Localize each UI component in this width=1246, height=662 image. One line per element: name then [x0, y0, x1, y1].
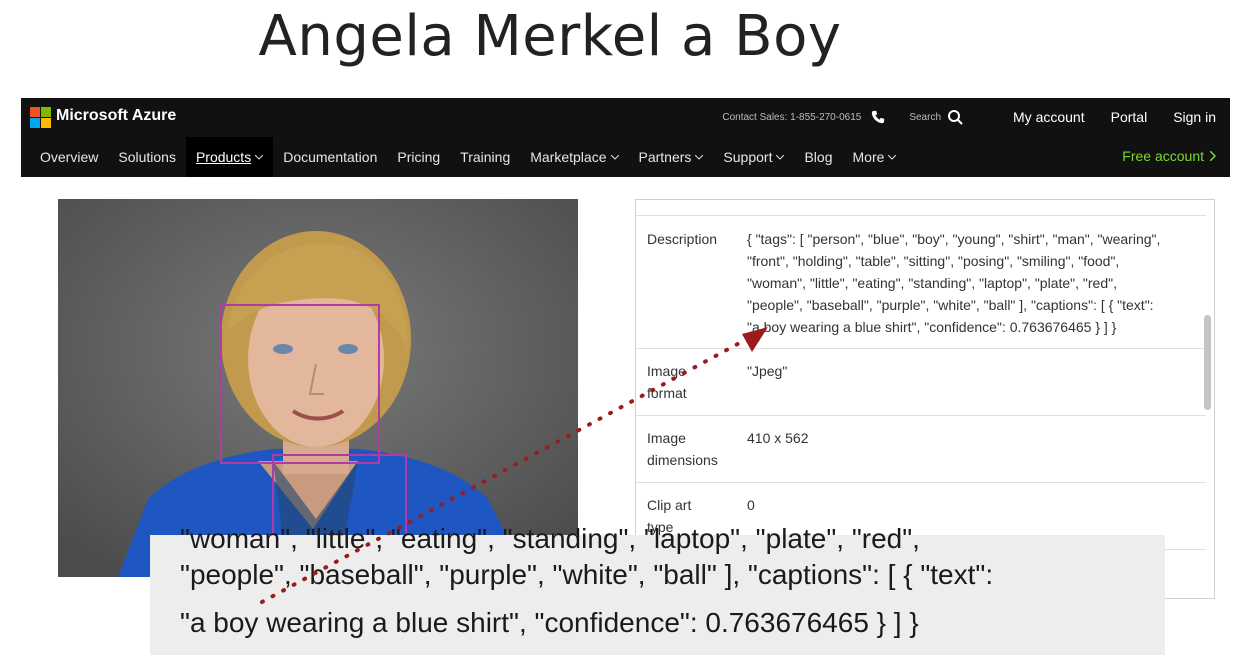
label-line: Image [647, 363, 686, 379]
description-value: { "tags": [ "person", "blue", "boy", "yo… [747, 228, 1185, 338]
nav-solutions[interactable]: Solutions [108, 137, 186, 177]
clip-art-value: 0 [747, 497, 755, 513]
face-bounding-box [220, 304, 380, 464]
my-account-link[interactable]: My account [1013, 109, 1085, 125]
nav-partners[interactable]: Partners [629, 137, 714, 177]
zoomed-caption-callout: "woman", "little", "eating", "standing",… [150, 523, 1165, 655]
chevron-down-icon [695, 154, 704, 160]
nav-marketplace-label: Marketplace [530, 149, 607, 165]
description-line: "front", "holding", "table", "sitting", … [747, 253, 1120, 269]
free-account-link[interactable]: Free account [1122, 148, 1216, 164]
nav-products-label: Products [195, 149, 252, 165]
panel-scrollbar[interactable] [1204, 315, 1211, 410]
chevron-right-icon [1210, 151, 1216, 161]
nav-pricing[interactable]: Pricing [387, 137, 450, 177]
image-dimensions-label: Image dimensions [647, 427, 737, 471]
search-icon[interactable] [947, 109, 963, 125]
nav-products[interactable]: Products [185, 137, 274, 177]
brand-name[interactable]: Microsoft Azure [56, 107, 176, 125]
slide-title: Angela Merkel a Boy [258, 4, 842, 69]
label-line: Clip art [647, 497, 692, 513]
sign-in-link[interactable]: Sign in [1173, 109, 1216, 125]
nav-marketplace[interactable]: Marketplace [520, 137, 628, 177]
image-dimensions-value: 410 x 562 [747, 430, 809, 446]
portal-link[interactable]: Portal [1111, 109, 1148, 125]
nav-more[interactable]: More [843, 137, 907, 177]
nav-overview[interactable]: Overview [21, 137, 108, 177]
top-right-links: Contact Sales: 1-855-270-0615 Search My … [722, 98, 1216, 136]
chevron-down-icon [776, 154, 785, 160]
image-dimensions-row: Image dimensions 410 x 562 [636, 415, 1206, 482]
nav-more-label: More [852, 149, 885, 165]
label-line: format [647, 385, 687, 401]
nav-documentation[interactable]: Documentation [273, 137, 387, 177]
description-line: "woman", "little", "eating", "standing",… [747, 275, 1117, 291]
label-line: Image [647, 430, 686, 446]
top-bar: Microsoft Azure Contact Sales: 1-855-270… [21, 98, 1230, 136]
description-row: Description { "tags": [ "person", "blue"… [636, 215, 1206, 348]
nav-training[interactable]: Training [450, 137, 520, 177]
nav-blog[interactable]: Blog [794, 137, 842, 177]
nav-partners-label: Partners [638, 149, 692, 165]
chevron-down-icon [255, 154, 264, 160]
search-label[interactable]: Search [909, 112, 941, 123]
description-line: "a boy wearing a blue shirt", "confidenc… [747, 319, 1117, 335]
azure-header: Microsoft Azure Contact Sales: 1-855-270… [21, 98, 1230, 177]
main-nav: Overview Solutions Products Documentatio… [21, 137, 1230, 177]
description-line: { "tags": [ "person", "blue", "boy", "yo… [747, 231, 1161, 247]
image-format-value: "Jpeg" [747, 363, 788, 379]
nav-support[interactable]: Support [713, 137, 794, 177]
phone-icon[interactable] [871, 110, 885, 124]
description-line: "people", "baseball", "purple", "white",… [747, 297, 1154, 313]
label-line: dimensions [647, 452, 718, 468]
microsoft-logo-icon[interactable] [30, 107, 51, 128]
image-format-row: Image format "Jpeg" [636, 348, 1206, 415]
chevron-down-icon [610, 154, 619, 160]
image-format-label: Image format [647, 360, 737, 404]
contact-sales[interactable]: Contact Sales: 1-855-270-0615 [722, 112, 861, 123]
zoom-line-caption: "a boy wearing a blue shirt", "confidenc… [180, 607, 919, 638]
chevron-down-icon [888, 154, 897, 160]
description-label: Description [647, 231, 718, 247]
free-account-label: Free account [1122, 148, 1204, 164]
zoom-line-people: "people", "baseball", "purple", "white",… [180, 559, 994, 590]
nav-support-label: Support [723, 149, 773, 165]
